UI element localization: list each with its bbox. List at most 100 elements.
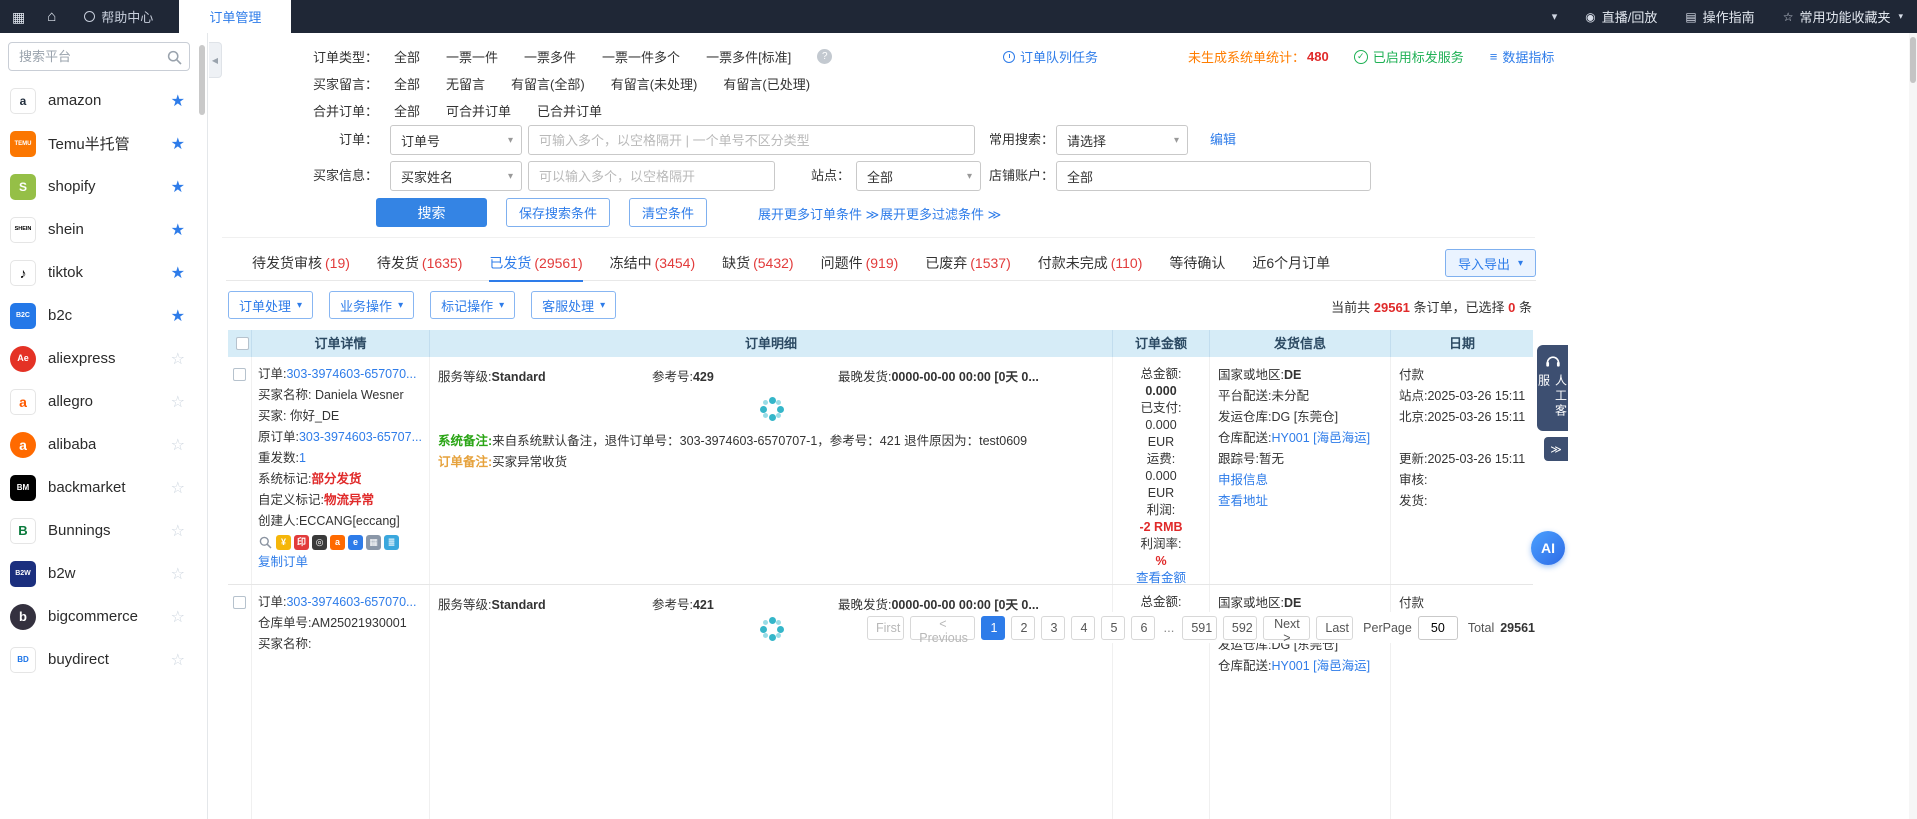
ungenerated-orders-stat[interactable]: 未生成系统单统计： 480 (1188, 47, 1329, 66)
apps-grid-icon[interactable]: ▦ (12, 10, 25, 24)
first-page-button[interactable]: First (867, 616, 904, 640)
filter-option[interactable]: 一票一件 (446, 47, 498, 66)
search-button[interactable]: 搜索 (376, 198, 487, 227)
edit-common-search-link[interactable]: 编辑 (1210, 125, 1236, 155)
filter-option[interactable]: 有留言(已处理) (723, 74, 810, 93)
page-button-592[interactable]: 592 (1223, 616, 1258, 640)
favorite-star-icon[interactable]: ☆ (171, 564, 185, 584)
view-amount-link[interactable]: 查看金额 (1136, 571, 1186, 585)
previous-page-button[interactable]: < Previous (910, 616, 975, 640)
stamp-icon[interactable]: 印 (294, 535, 309, 550)
sidebar-item-bigcommerce[interactable]: bbigcommerce☆ (0, 595, 193, 638)
order-type-select[interactable]: 订单号 ▾ (390, 125, 522, 155)
filter-option[interactable]: 一票多件[标准] (706, 47, 791, 66)
action-dropdown-3[interactable]: 标记操作 (430, 291, 515, 319)
grid-icon[interactable]: ▦ (366, 535, 381, 550)
status-tab-1[interactable]: 待发货审核 (19) (252, 245, 350, 281)
buyer-field-select[interactable]: 买家姓名 ▾ (390, 161, 522, 191)
favorite-star-icon[interactable]: ☆ (171, 349, 185, 369)
common-search-select[interactable]: 请选择 ▾ (1056, 125, 1188, 155)
page-button-2[interactable]: 2 (1011, 616, 1035, 640)
sidebar-item-buydirect[interactable]: BDbuydirect☆ (0, 638, 193, 681)
favorites-menu-button[interactable]: ☆ 常用功能收藏夹 ▾ (1783, 7, 1903, 26)
status-tab-5[interactable]: 缺货 (5432) (722, 245, 793, 281)
expand-more-filters-link[interactable]: 展开更多过滤条件 ≫ (880, 204, 1001, 223)
filter-option[interactable]: 有留言(全部) (511, 74, 585, 93)
perpage-input[interactable] (1418, 616, 1458, 640)
status-tab-6[interactable]: 问题件 (919) (821, 245, 899, 281)
action-dropdown-4[interactable]: 客服处理 (531, 291, 616, 319)
scrollbar-thumb[interactable] (1910, 37, 1916, 83)
status-tab-8[interactable]: 付款未完成 (110) (1038, 245, 1143, 281)
page-button-6[interactable]: 6 (1131, 616, 1155, 640)
sidebar-collapse-handle[interactable]: ◀ (209, 42, 222, 78)
tab-order-management[interactable]: 订单管理 (179, 0, 291, 33)
last-page-button[interactable]: Last (1316, 616, 1353, 640)
select-all-checkbox[interactable] (236, 337, 249, 350)
order-queue-task-link[interactable]: 订单队列任务 (1003, 47, 1098, 66)
filter-option[interactable]: 可合并订单 (446, 101, 511, 120)
live-replay-button[interactable]: ◉ 直播/回放 (1585, 7, 1657, 26)
data-metrics-link[interactable]: ≡ 数据指标 (1490, 47, 1555, 66)
favorite-star-icon[interactable]: ★ (171, 220, 185, 240)
resend-count-link[interactable]: 1 (299, 451, 306, 465)
status-tab-2[interactable]: 待发货 (1635) (377, 245, 462, 281)
warehouse-delivery-link[interactable]: HY001 [海邑海运] (1271, 431, 1370, 445)
doc-icon[interactable]: ≣ (384, 535, 399, 550)
row-checkbox[interactable] (233, 596, 246, 609)
order-number-input[interactable] (528, 125, 975, 155)
panel-collapse-button[interactable]: ≫ (1544, 437, 1568, 461)
sidebar-item-amazon[interactable]: aamazon★ (0, 79, 193, 122)
save-search-button[interactable]: 保存搜索条件 (506, 198, 610, 227)
expand-order-filters-link[interactable]: 展开更多订单条件 ≫ (758, 204, 879, 223)
sidebar-scrollbar[interactable] (199, 45, 205, 115)
ai-assistant-button[interactable]: AI (1531, 531, 1565, 565)
original-order-link[interactable]: 303-3974603-65707... (299, 430, 422, 444)
view-address-link[interactable]: 查看地址 (1218, 494, 1268, 508)
sidebar-item-backmarket[interactable]: BMbackmarket☆ (0, 466, 193, 509)
favorite-star-icon[interactable]: ☆ (171, 478, 185, 498)
favorite-star-icon[interactable]: ☆ (171, 392, 185, 412)
alibaba-icon[interactable]: a (330, 535, 345, 550)
page-button-5[interactable]: 5 (1101, 616, 1125, 640)
sidebar-item-alibaba[interactable]: aalibaba☆ (0, 423, 193, 466)
customer-service-button[interactable]: 人工客服 (1537, 345, 1568, 431)
filter-option[interactable]: 全部 (394, 47, 420, 66)
sidebar-item-allegro[interactable]: aallegro☆ (0, 380, 193, 423)
status-tab-4[interactable]: 冻结中 (3454) (610, 245, 695, 281)
page-button-4[interactable]: 4 (1071, 616, 1095, 640)
sidebar-item-shein[interactable]: SHEINshein★ (0, 208, 193, 251)
import-export-button[interactable]: 导入导出 ▾ (1445, 249, 1536, 277)
filter-option[interactable]: 有留言(未处理) (611, 74, 698, 93)
filter-option[interactable]: 无留言 (446, 74, 485, 93)
finance-icon[interactable]: ¥ (276, 535, 291, 550)
favorite-star-icon[interactable]: ★ (171, 91, 185, 111)
sidebar-item-temu[interactable]: TEMUTemu半托管★ (0, 122, 193, 165)
status-tab-3[interactable]: 已发货 (29561) (489, 245, 582, 281)
favorite-star-icon[interactable]: ★ (171, 263, 185, 283)
order-number-link[interactable]: 303-3974603-657070... (286, 367, 416, 381)
filter-option[interactable]: 已合并订单 (537, 101, 602, 120)
filter-option[interactable]: 全部 (394, 74, 420, 93)
home-icon[interactable]: ⌂ (47, 9, 56, 24)
sidebar-item-bunnings[interactable]: BBunnings☆ (0, 509, 193, 552)
sidebar-item-b2w[interactable]: B2Wb2w☆ (0, 552, 193, 595)
site-select[interactable]: 全部 ▾ (856, 161, 981, 191)
label-service-status[interactable]: ✓ 已启用标发服务 (1354, 47, 1464, 66)
platform-search-input[interactable] (9, 43, 189, 70)
camera-icon[interactable]: ◎ (312, 535, 327, 550)
favorite-star-icon[interactable]: ☆ (171, 435, 185, 455)
filter-option[interactable]: 一票多件 (524, 47, 576, 66)
status-tab-9[interactable]: 等待确认 (1169, 245, 1225, 281)
action-dropdown-2[interactable]: 业务操作 (329, 291, 414, 319)
favorite-star-icon[interactable]: ★ (171, 177, 185, 197)
action-dropdown-1[interactable]: 订单处理 (228, 291, 313, 319)
row-checkbox[interactable] (233, 368, 246, 381)
favorite-star-icon[interactable]: ★ (171, 134, 185, 154)
epacket-icon[interactable]: e (348, 535, 363, 550)
favorite-star-icon[interactable]: ☆ (171, 650, 185, 670)
next-page-button[interactable]: Next > (1263, 616, 1310, 640)
filter-option[interactable]: 一票一件多个 (602, 47, 680, 66)
filter-option[interactable]: 全部 (394, 101, 420, 120)
operation-guide-button[interactable]: ▤ 操作指南 (1685, 7, 1754, 26)
